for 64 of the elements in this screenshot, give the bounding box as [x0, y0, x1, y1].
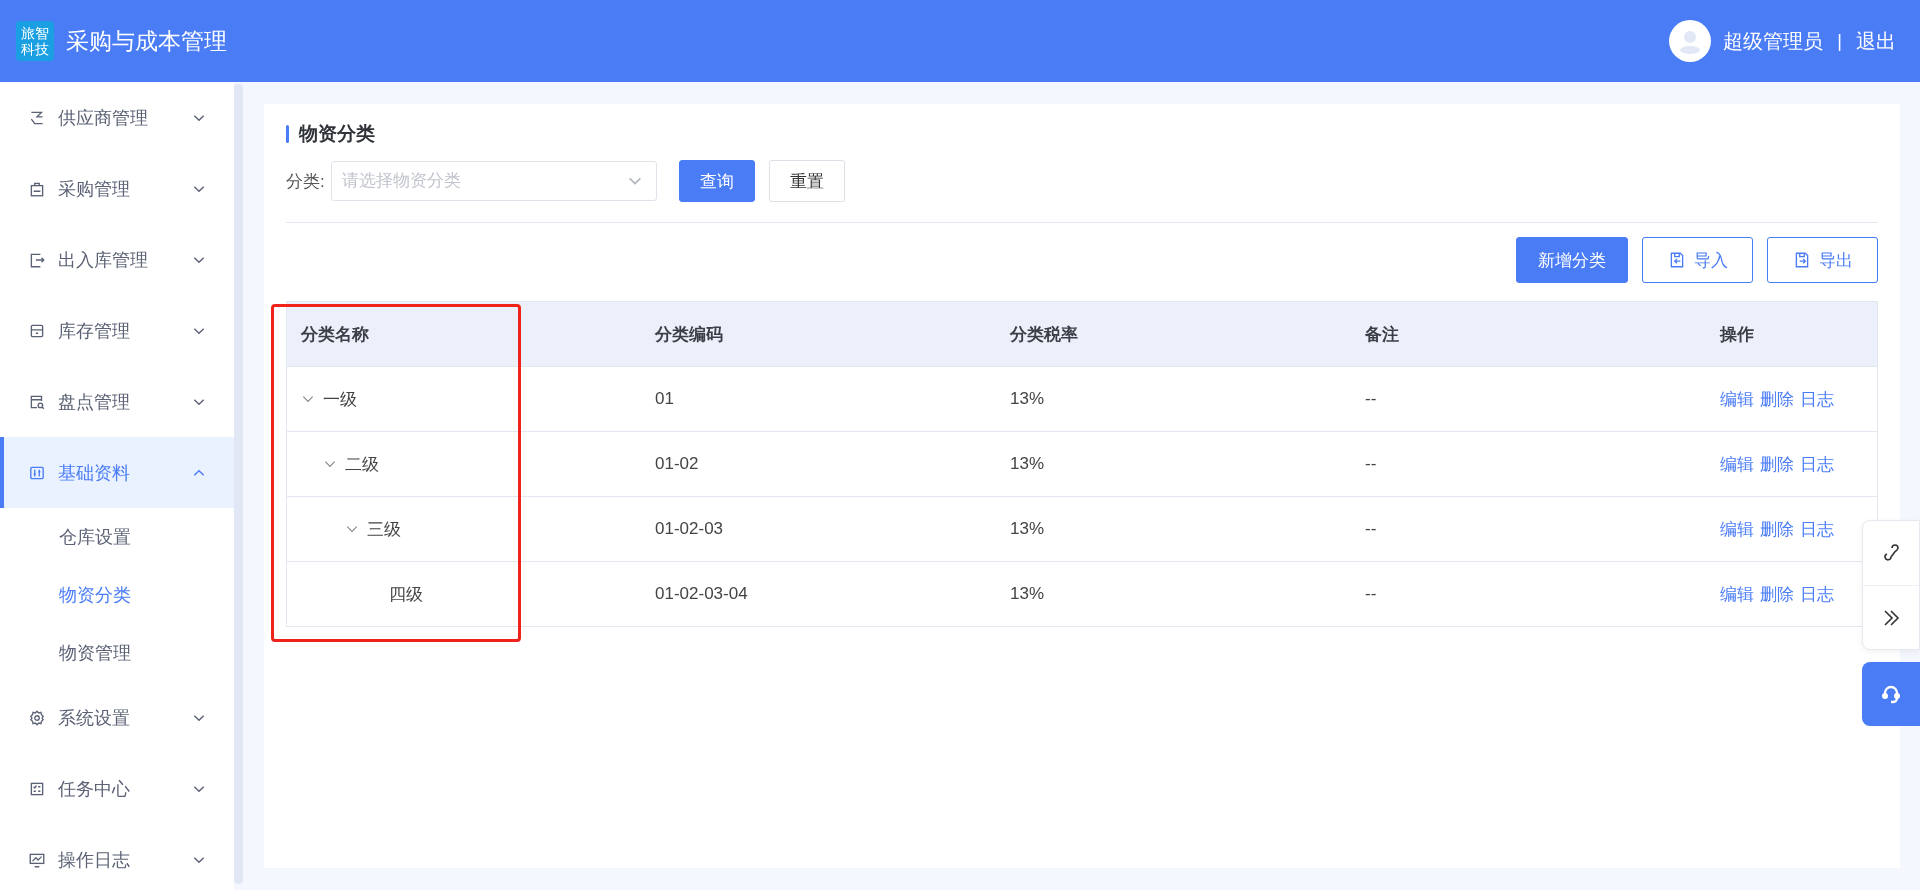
table-cell-text: 01-02-03: [654, 518, 725, 540]
table-cell-text: 01: [654, 388, 675, 410]
table-cell-text: 01-02-03-04: [654, 583, 749, 605]
table-cell-text: 01-02: [654, 453, 700, 475]
action-link[interactable]: 编辑: [1720, 582, 1754, 606]
action-link[interactable]: 日志: [1800, 582, 1834, 606]
action-link[interactable]: 删除: [1760, 387, 1794, 411]
sidebar-item[interactable]: 任务中心: [0, 753, 234, 824]
table-cell-text: 13%: [1009, 388, 1046, 410]
export-button[interactable]: 导出: [1767, 237, 1878, 283]
reset-button[interactable]: 重置: [768, 160, 845, 202]
sidebar-item[interactable]: 盘点管理: [0, 366, 234, 437]
table-cell-text: 13%: [1009, 453, 1046, 475]
sidebar-item[interactable]: 操作日志: [0, 824, 234, 890]
import-button[interactable]: 导入: [1642, 237, 1753, 283]
column-header: 分类名称: [300, 323, 370, 346]
action-link[interactable]: 编辑: [1720, 452, 1754, 476]
action-link[interactable]: 删除: [1760, 582, 1794, 606]
table-cell-text: 13%: [1009, 518, 1046, 540]
logout-link[interactable]: 退出: [1856, 27, 1896, 55]
action-link[interactable]: 日志: [1800, 517, 1834, 541]
sidebar-item[interactable]: 供应商管理: [0, 82, 234, 153]
action-link[interactable]: 删除: [1760, 517, 1794, 541]
table-cell-text: 四级: [389, 583, 423, 606]
action-link[interactable]: 编辑: [1720, 387, 1754, 411]
action-link[interactable]: 编辑: [1720, 517, 1754, 541]
action-link[interactable]: 日志: [1800, 452, 1834, 476]
headset-icon: [1880, 683, 1902, 705]
action-link[interactable]: 日志: [1800, 387, 1834, 411]
sidebar-item[interactable]: 出入库管理: [0, 224, 234, 295]
action-link[interactable]: 删除: [1760, 452, 1794, 476]
settings-icon: [28, 708, 46, 727]
sidebar-item[interactable]: 采购管理: [0, 153, 234, 224]
sidebar-item[interactable]: 库存管理: [0, 295, 234, 366]
table-cell-text: 13%: [1009, 583, 1046, 605]
column-header: 分类编码: [654, 323, 724, 346]
sidebar-subitem[interactable]: 物资分类: [0, 566, 234, 624]
app-title: 采购与成本管理: [66, 26, 228, 56]
title-bar-icon: [286, 125, 289, 143]
table-cell-text: 一级: [323, 388, 357, 411]
table-cell-text: 三级: [367, 518, 401, 541]
table-cell-text: --: [1364, 518, 1378, 540]
query-button[interactable]: 查询: [678, 160, 755, 202]
add-button[interactable]: 新增分类: [1516, 237, 1628, 283]
sidebar-subitem[interactable]: 仓库设置: [0, 508, 234, 566]
column-header: 备注: [1364, 323, 1400, 346]
support-button[interactable]: [1862, 662, 1920, 726]
table-cell-text: --: [1364, 583, 1378, 605]
scrollbar[interactable]: [234, 84, 243, 884]
table-cell-text: --: [1364, 388, 1378, 410]
user-name: 超级管理员: [1723, 28, 1824, 54]
sidebar-item[interactable]: 基础资料: [0, 437, 234, 508]
column-header: 分类税率: [1009, 323, 1079, 346]
avatar[interactable]: [1669, 20, 1712, 62]
logo: 旅智 科技: [16, 21, 54, 61]
column-header: 操作: [1718, 323, 1755, 346]
sidebar-item[interactable]: 系统设置: [0, 682, 234, 753]
category-select[interactable]: 请选择物资分类: [330, 161, 657, 201]
sidebar-subitem[interactable]: 物资管理: [0, 624, 234, 682]
table-cell-text: 二级: [345, 453, 379, 476]
separator: |: [1837, 30, 1842, 52]
table-cell-text: --: [1364, 453, 1378, 475]
page-title: 物资分类: [299, 122, 375, 146]
filter-label: 分类:: [286, 170, 325, 193]
